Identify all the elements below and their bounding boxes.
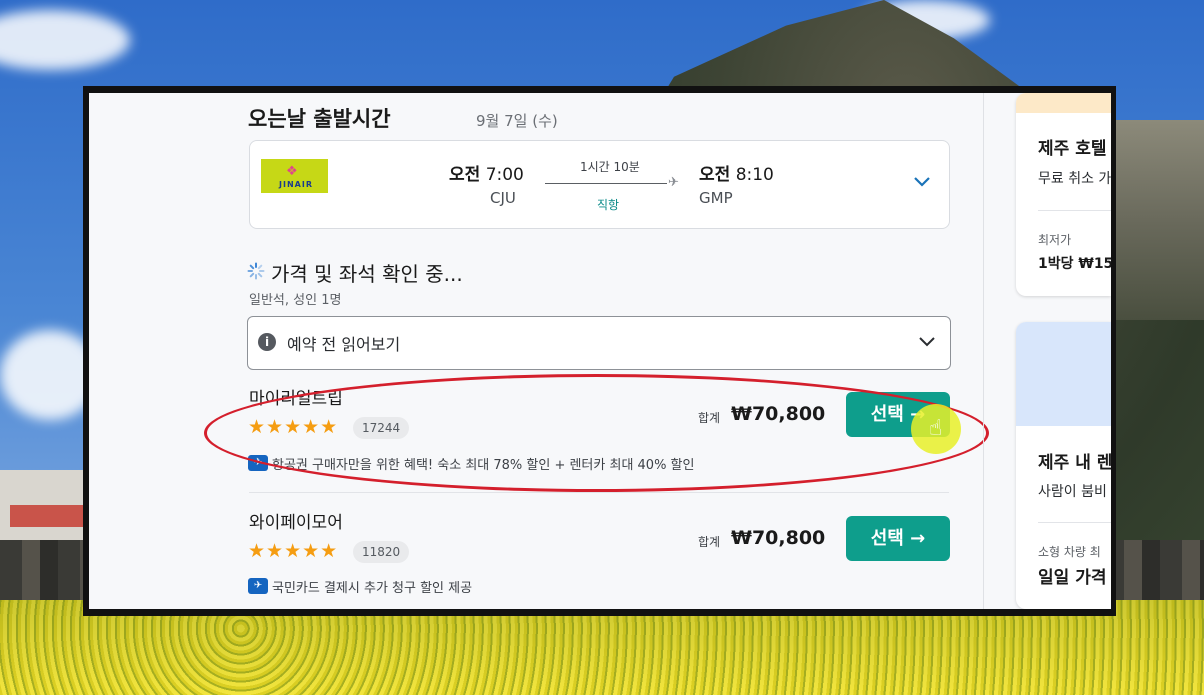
plane-icon: ✈: [668, 175, 679, 190]
hotel-card-band: [1016, 93, 1111, 113]
row-divider: [249, 492, 949, 493]
read-before-booking-label: 예약 전 읽어보기: [287, 335, 401, 354]
background-rock: [1110, 120, 1204, 320]
butterfly-icon: ❖: [286, 164, 298, 179]
cabin-passengers: 일반석, 성인 1명: [249, 293, 342, 308]
arrival-time-prefix: 오전: [699, 165, 731, 185]
plane-ticket-icon: ✈: [248, 578, 268, 594]
car-card-band: [1016, 322, 1111, 426]
checking-status: 가격 및 좌석 확인 중...: [271, 262, 463, 286]
flight-summary-card[interactable]: [249, 140, 950, 229]
stop-type: 직항: [597, 198, 620, 212]
small-car-label: 소형 차량 최: [1038, 545, 1101, 559]
flight-duration: 1시간 10분: [580, 160, 640, 174]
daily-price: 일일 가격: [1038, 568, 1107, 588]
flight-date: 9월 7일 (수): [476, 112, 558, 130]
car-card-divider: [1038, 522, 1111, 523]
info-icon: i: [258, 333, 276, 351]
main-panel: 오는날 출발시간 9월 7일 (수) ❖ JINAIR 오전 7:00 CJU …: [89, 93, 1111, 609]
price: ₩70,800: [731, 527, 826, 549]
per-night-price: 1박당 ₩15: [1038, 256, 1111, 272]
arrival-airport: GMP: [699, 189, 733, 207]
airline-logo: ❖ JINAIR: [261, 159, 328, 193]
hotel-card-subtitle: 무료 취소 가: [1038, 171, 1111, 187]
select-button[interactable]: 선택 →: [846, 516, 950, 561]
select-label: 선택: [870, 528, 904, 549]
review-count: 11820: [353, 541, 410, 563]
browser-window: 오는날 출발시간 9월 7일 (수) ❖ JINAIR 오전 7:00 CJU …: [89, 93, 1111, 609]
promo-text: 국민카드 결제시 추가 청구 할인 제공: [272, 581, 473, 596]
arrow-right-icon: →: [910, 528, 926, 549]
departure-time-prefix: 오전: [449, 165, 481, 185]
agency-name: 와이페이모어: [249, 513, 343, 533]
lowest-price-label: 최저가: [1038, 233, 1072, 247]
departure-time-value: 7:00: [485, 165, 524, 185]
departure-airport: CJU: [490, 189, 516, 207]
hand-cursor-icon: ☝: [929, 416, 943, 441]
arrival-time: 오전 8:10: [699, 160, 774, 185]
airline-logo-text: JINAIR: [279, 180, 313, 189]
rating-stars: ★★★★★: [248, 540, 339, 562]
chevron-down-icon[interactable]: [911, 170, 933, 192]
sidebar-divider: [983, 93, 984, 609]
departure-time: 오전 7:00: [449, 160, 524, 185]
section-title: 오는날 출발시간: [248, 107, 391, 131]
route-line: [545, 183, 667, 184]
hotel-card-title: 제주 호텔: [1038, 139, 1107, 159]
arrival-time-value: 8:10: [735, 165, 774, 185]
car-card-title: 제주 내 렌: [1038, 453, 1111, 473]
background-roof: [10, 505, 85, 527]
hotel-card-divider: [1038, 210, 1111, 211]
loading-spinner-icon: [247, 262, 265, 280]
red-highlight-ellipse: [204, 374, 989, 492]
chevron-down-icon[interactable]: [916, 330, 938, 352]
total-label: 합계: [698, 535, 721, 549]
car-card-subtitle: 사람이 붐비: [1038, 484, 1107, 500]
